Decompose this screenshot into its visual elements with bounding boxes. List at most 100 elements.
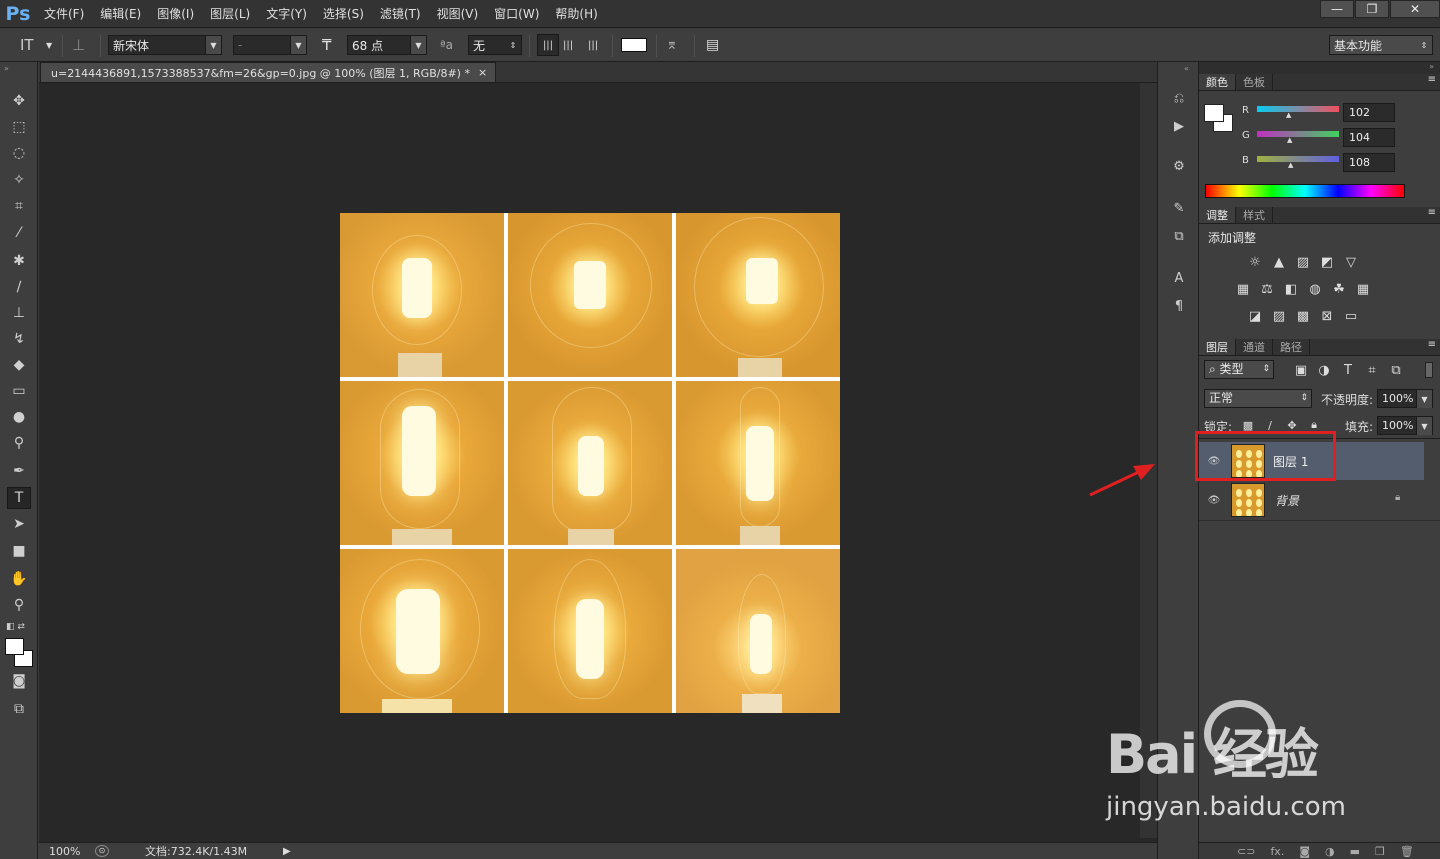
trash-icon[interactable]: 🗑︎	[1400, 845, 1414, 858]
document-tab[interactable]: u=2144436891,1573388537&fm=26&gp=0.jpg @…	[40, 62, 497, 82]
foreground-color-swatch[interactable]	[5, 638, 24, 655]
brightness-icon[interactable]: ☼	[1246, 254, 1264, 270]
filter-pixel-icon[interactable]: ▣	[1292, 362, 1310, 378]
collapse-icon[interactable]: »	[1429, 62, 1434, 71]
text-color-swatch[interactable]	[621, 38, 647, 52]
clone-stamp-tool-icon[interactable]: ⊥	[7, 302, 31, 324]
rectangle-tool-icon[interactable]: ■	[7, 540, 31, 562]
hand-tool-icon[interactable]: ✋	[7, 568, 31, 590]
screen-mode-icon[interactable]: ⧉	[7, 698, 31, 720]
collapse-icon[interactable]: «	[1184, 64, 1189, 73]
curves-icon[interactable]: ▨	[1294, 254, 1312, 270]
filter-adjustment-icon[interactable]: ◑	[1315, 362, 1333, 378]
paragraph-icon[interactable]: ¶	[1169, 296, 1189, 316]
opacity-input[interactable]: 100% ▼	[1377, 389, 1433, 408]
invert-icon[interactable]: ◪	[1246, 308, 1264, 324]
close-icon[interactable]: ×	[478, 66, 487, 79]
panel-menu-icon[interactable]: ≡	[1428, 339, 1436, 350]
menu-filter[interactable]: 滤镜(T)	[372, 0, 429, 28]
history-icon[interactable]: ⎌	[1169, 88, 1189, 108]
color-lookup-icon[interactable]: ▦	[1354, 281, 1372, 297]
threshold-icon[interactable]: ▩	[1294, 308, 1312, 324]
quick-mask-icon[interactable]: ◙	[7, 670, 31, 692]
align-right-icon[interactable]: |||	[588, 35, 598, 55]
magic-wand-tool-icon[interactable]: ✧	[7, 169, 31, 191]
marquee-tool-icon[interactable]: ⬚	[7, 116, 31, 138]
align-center-icon[interactable]: |||	[563, 35, 573, 55]
lasso-tool-icon[interactable]: ◌	[7, 142, 31, 164]
default-colors-icon[interactable]: ◧ ⇄	[6, 622, 25, 632]
photo-filter-icon[interactable]: ◍	[1306, 281, 1324, 297]
collapse-icon[interactable]: »	[4, 64, 9, 73]
clone-source-icon[interactable]: ⧉	[1169, 226, 1189, 246]
black-white-icon[interactable]: ◧	[1282, 281, 1300, 297]
warp-text-icon[interactable]: ⌆	[666, 35, 678, 55]
fill-input[interactable]: 100% ▼	[1377, 416, 1433, 435]
link-icon[interactable]: ⊂⊃	[1237, 845, 1255, 858]
toggle-orientation-icon[interactable]: ⊥	[72, 35, 85, 55]
document-image[interactable]	[340, 213, 840, 713]
b-slider-thumb[interactable]: ▲	[1288, 161, 1293, 169]
tab-color[interactable]: 颜色	[1199, 74, 1236, 90]
healing-brush-tool-icon[interactable]: ✱	[7, 250, 31, 272]
font-style-select[interactable]: - ▼	[233, 35, 307, 55]
font-family-select[interactable]: 新宋体 ▼	[108, 35, 222, 55]
tab-paths[interactable]: 路径	[1273, 339, 1310, 355]
exposure-icon[interactable]: ◩	[1318, 254, 1336, 270]
g-slider[interactable]	[1257, 131, 1339, 137]
levels-icon[interactable]: ▲	[1270, 254, 1288, 270]
b-value[interactable]: 108	[1343, 153, 1395, 172]
layer-filter-select[interactable]: ⌕ 类型 ⇕	[1204, 360, 1274, 379]
history-brush-tool-icon[interactable]: ↯	[7, 328, 31, 350]
mask-icon[interactable]: ◙	[1299, 845, 1310, 858]
menu-view[interactable]: 视图(V)	[429, 0, 487, 28]
filter-shape-icon[interactable]: ⌗	[1363, 362, 1381, 378]
menu-layer[interactable]: 图层(L)	[202, 0, 258, 28]
tab-channels[interactable]: 通道	[1236, 339, 1273, 355]
group-icon[interactable]: ▬	[1350, 845, 1360, 858]
zoom-level[interactable]: 100%	[49, 845, 89, 858]
vibrance-icon[interactable]: ▽	[1342, 254, 1360, 270]
layer-name[interactable]: 背景	[1275, 492, 1299, 509]
g-slider-thumb[interactable]: ▲	[1287, 136, 1292, 144]
close-button[interactable]: ✕	[1390, 0, 1440, 18]
dodge-tool-icon[interactable]: ⚲	[7, 432, 31, 454]
menu-type[interactable]: 文字(Y)	[258, 0, 315, 28]
workspace-select[interactable]: 基本功能 ⇕	[1329, 35, 1433, 55]
character-panel-icon[interactable]: ▤	[706, 35, 719, 55]
eye-icon[interactable]: 👁︎	[1199, 495, 1229, 506]
filter-toggle[interactable]	[1425, 362, 1433, 378]
play-icon[interactable]: ▶	[283, 846, 291, 857]
crop-tool-icon[interactable]: ⌗	[7, 195, 31, 217]
properties-icon[interactable]: ⚙	[1169, 156, 1189, 176]
r-slider[interactable]	[1257, 106, 1339, 112]
move-tool-icon[interactable]: ✥	[7, 90, 31, 112]
hue-saturation-icon[interactable]: ▦	[1234, 281, 1252, 297]
actions-play-icon[interactable]: ▶	[1169, 116, 1189, 136]
font-size-input[interactable]: 68 点 ▼	[347, 35, 427, 55]
tab-layers[interactable]: 图层	[1199, 339, 1236, 355]
character-icon[interactable]: A	[1169, 268, 1189, 288]
fx-icon[interactable]: fx.	[1270, 845, 1284, 858]
channel-mixer-icon[interactable]: ☘	[1330, 281, 1348, 297]
g-value[interactable]: 104	[1343, 128, 1395, 147]
gradient-map-icon[interactable]: ▭	[1342, 308, 1360, 324]
blur-tool-icon[interactable]: ●	[7, 406, 31, 428]
brush-tool-icon[interactable]: ∕	[7, 276, 31, 298]
menu-image[interactable]: 图像(I)	[149, 0, 202, 28]
r-slider-thumb[interactable]: ▲	[1286, 111, 1291, 119]
tab-styles[interactable]: 样式	[1236, 207, 1273, 223]
foreground-color-swatch[interactable]	[1204, 104, 1224, 122]
path-selection-tool-icon[interactable]: ➤	[7, 513, 31, 535]
blend-mode-select[interactable]: 正常 ⇕	[1204, 389, 1312, 408]
new-layer-icon[interactable]: ❐	[1375, 845, 1385, 858]
type-tool-preset-icon[interactable]: IT	[20, 35, 34, 55]
color-balance-icon[interactable]: ⚖	[1258, 281, 1276, 297]
menu-select[interactable]: 选择(S)	[315, 0, 372, 28]
filter-type-icon[interactable]: T	[1339, 362, 1357, 378]
eraser-tool-icon[interactable]: ◆	[7, 354, 31, 376]
zoom-tool-icon[interactable]: ⚲	[7, 594, 31, 616]
share-icon[interactable]: ⊙	[95, 845, 109, 857]
antialias-select[interactable]: 无 ⇕	[468, 35, 522, 55]
selective-color-icon[interactable]: ⊠	[1318, 308, 1336, 324]
